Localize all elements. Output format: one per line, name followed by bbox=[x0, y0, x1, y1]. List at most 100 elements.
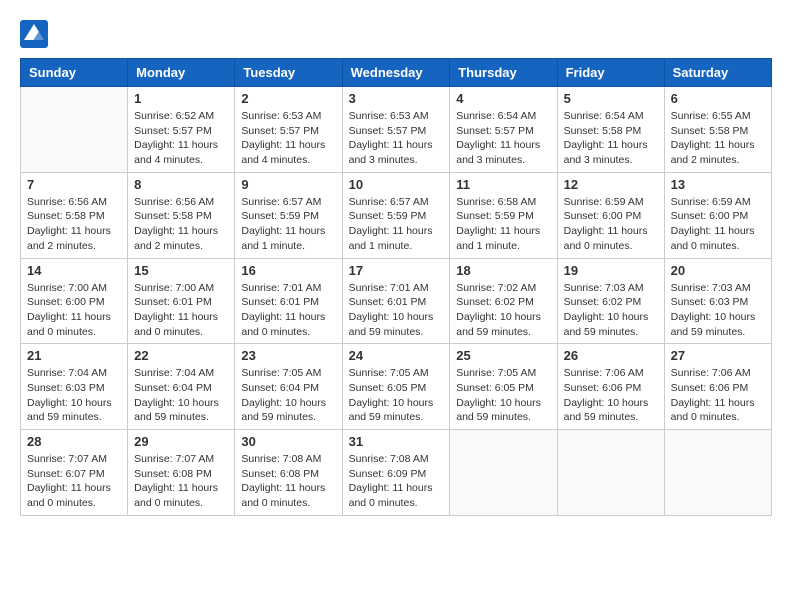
day-info: Sunrise: 6:58 AMSunset: 5:59 PMDaylight:… bbox=[456, 195, 550, 254]
day-number: 11 bbox=[456, 177, 550, 192]
day-info: Sunrise: 7:03 AMSunset: 6:03 PMDaylight:… bbox=[671, 281, 765, 340]
calendar-cell: 27 Sunrise: 7:06 AMSunset: 6:06 PMDayligh… bbox=[664, 344, 771, 430]
page-header bbox=[20, 20, 772, 48]
logo-icon bbox=[20, 20, 48, 48]
day-info: Sunrise: 7:04 AMSunset: 6:04 PMDaylight:… bbox=[134, 366, 228, 425]
day-number: 14 bbox=[27, 263, 121, 278]
day-info: Sunrise: 6:53 AMSunset: 5:57 PMDaylight:… bbox=[241, 109, 335, 168]
day-number: 10 bbox=[349, 177, 444, 192]
calendar-cell bbox=[664, 430, 771, 516]
day-number: 21 bbox=[27, 348, 121, 363]
weekday-header-friday: Friday bbox=[557, 59, 664, 87]
weekday-header-row: SundayMondayTuesdayWednesdayThursdayFrid… bbox=[21, 59, 772, 87]
calendar-cell bbox=[450, 430, 557, 516]
day-info: Sunrise: 7:08 AMSunset: 6:09 PMDaylight:… bbox=[349, 452, 444, 511]
calendar-cell: 1 Sunrise: 6:52 AMSunset: 5:57 PMDaylight… bbox=[128, 87, 235, 173]
calendar-cell: 20 Sunrise: 7:03 AMSunset: 6:03 PMDayligh… bbox=[664, 258, 771, 344]
day-info: Sunrise: 7:01 AMSunset: 6:01 PMDaylight:… bbox=[241, 281, 335, 340]
day-number: 15 bbox=[134, 263, 228, 278]
day-info: Sunrise: 6:56 AMSunset: 5:58 PMDaylight:… bbox=[27, 195, 121, 254]
calendar-cell: 25 Sunrise: 7:05 AMSunset: 6:05 PMDayligh… bbox=[450, 344, 557, 430]
day-number: 28 bbox=[27, 434, 121, 449]
calendar-week-row: 7 Sunrise: 6:56 AMSunset: 5:58 PMDaylight… bbox=[21, 172, 772, 258]
day-number: 26 bbox=[564, 348, 658, 363]
calendar-cell: 16 Sunrise: 7:01 AMSunset: 6:01 PMDayligh… bbox=[235, 258, 342, 344]
day-info: Sunrise: 6:57 AMSunset: 5:59 PMDaylight:… bbox=[349, 195, 444, 254]
day-info: Sunrise: 6:57 AMSunset: 5:59 PMDaylight:… bbox=[241, 195, 335, 254]
day-info: Sunrise: 6:56 AMSunset: 5:58 PMDaylight:… bbox=[134, 195, 228, 254]
day-number: 20 bbox=[671, 263, 765, 278]
weekday-header-monday: Monday bbox=[128, 59, 235, 87]
weekday-header-thursday: Thursday bbox=[450, 59, 557, 87]
calendar-cell bbox=[21, 87, 128, 173]
day-number: 9 bbox=[241, 177, 335, 192]
calendar-cell: 19Sunrise: 7:03 AMSunset: 6:02 PMDayligh… bbox=[557, 258, 664, 344]
day-number: 24 bbox=[349, 348, 444, 363]
logo bbox=[20, 20, 52, 48]
calendar-cell: 8 Sunrise: 6:56 AMSunset: 5:58 PMDaylight… bbox=[128, 172, 235, 258]
day-info: Sunrise: 6:54 AMSunset: 5:57 PMDaylight:… bbox=[456, 109, 550, 168]
day-number: 18 bbox=[456, 263, 550, 278]
calendar-cell: 14 Sunrise: 7:00 AMSunset: 6:00 PMDayligh… bbox=[21, 258, 128, 344]
calendar-week-row: 21Sunrise: 7:04 AMSunset: 6:03 PMDayligh… bbox=[21, 344, 772, 430]
day-number: 1 bbox=[134, 91, 228, 106]
calendar-cell bbox=[557, 430, 664, 516]
day-info: Sunrise: 6:55 AMSunset: 5:58 PMDaylight:… bbox=[671, 109, 765, 168]
weekday-header-wednesday: Wednesday bbox=[342, 59, 450, 87]
calendar-cell: 7 Sunrise: 6:56 AMSunset: 5:58 PMDaylight… bbox=[21, 172, 128, 258]
calendar-cell: 18 Sunrise: 7:02 AMSunset: 6:02 PMDayligh… bbox=[450, 258, 557, 344]
day-number: 31 bbox=[349, 434, 444, 449]
calendar-cell: 17 Sunrise: 7:01 AMSunset: 6:01 PMDayligh… bbox=[342, 258, 450, 344]
day-number: 6 bbox=[671, 91, 765, 106]
day-info: Sunrise: 6:59 AMSunset: 6:00 PMDaylight:… bbox=[564, 195, 658, 254]
day-number: 8 bbox=[134, 177, 228, 192]
calendar-cell: 29Sunrise: 7:07 AMSunset: 6:08 PMDayligh… bbox=[128, 430, 235, 516]
day-number: 25 bbox=[456, 348, 550, 363]
day-info: Sunrise: 7:07 AMSunset: 6:07 PMDaylight:… bbox=[27, 452, 121, 511]
day-number: 22 bbox=[134, 348, 228, 363]
day-number: 30 bbox=[241, 434, 335, 449]
day-info: Sunrise: 7:07 AMSunset: 6:08 PMDaylight:… bbox=[134, 452, 228, 511]
day-number: 17 bbox=[349, 263, 444, 278]
day-info: Sunrise: 7:02 AMSunset: 6:02 PMDaylight:… bbox=[456, 281, 550, 340]
calendar-cell: 30 Sunrise: 7:08 AMSunset: 6:08 PMDayligh… bbox=[235, 430, 342, 516]
calendar-cell: 28 Sunrise: 7:07 AMSunset: 6:07 PMDayligh… bbox=[21, 430, 128, 516]
day-number: 16 bbox=[241, 263, 335, 278]
weekday-header-sunday: Sunday bbox=[21, 59, 128, 87]
calendar-cell: 12Sunrise: 6:59 AMSunset: 6:00 PMDayligh… bbox=[557, 172, 664, 258]
weekday-header-tuesday: Tuesday bbox=[235, 59, 342, 87]
calendar-week-row: 28 Sunrise: 7:07 AMSunset: 6:07 PMDayligh… bbox=[21, 430, 772, 516]
calendar-cell: 31 Sunrise: 7:08 AMSunset: 6:09 PMDayligh… bbox=[342, 430, 450, 516]
day-info: Sunrise: 7:06 AMSunset: 6:06 PMDaylight:… bbox=[671, 366, 765, 425]
calendar-cell: 6 Sunrise: 6:55 AMSunset: 5:58 PMDaylight… bbox=[664, 87, 771, 173]
day-number: 4 bbox=[456, 91, 550, 106]
day-info: Sunrise: 7:01 AMSunset: 6:01 PMDaylight:… bbox=[349, 281, 444, 340]
calendar-table: SundayMondayTuesdayWednesdayThursdayFrid… bbox=[20, 58, 772, 516]
calendar-cell: 21Sunrise: 7:04 AMSunset: 6:03 PMDayligh… bbox=[21, 344, 128, 430]
day-info: Sunrise: 7:00 AMSunset: 6:01 PMDaylight:… bbox=[134, 281, 228, 340]
calendar-cell: 24 Sunrise: 7:05 AMSunset: 6:05 PMDayligh… bbox=[342, 344, 450, 430]
calendar-cell: 23Sunrise: 7:05 AMSunset: 6:04 PMDayligh… bbox=[235, 344, 342, 430]
day-number: 27 bbox=[671, 348, 765, 363]
calendar-cell: 2 Sunrise: 6:53 AMSunset: 5:57 PMDaylight… bbox=[235, 87, 342, 173]
day-info: Sunrise: 7:00 AMSunset: 6:00 PMDaylight:… bbox=[27, 281, 121, 340]
day-number: 2 bbox=[241, 91, 335, 106]
day-info: Sunrise: 7:03 AMSunset: 6:02 PMDaylight:… bbox=[564, 281, 658, 340]
calendar-cell: 15 Sunrise: 7:00 AMSunset: 6:01 PMDayligh… bbox=[128, 258, 235, 344]
day-number: 23 bbox=[241, 348, 335, 363]
calendar-week-row: 14 Sunrise: 7:00 AMSunset: 6:00 PMDayligh… bbox=[21, 258, 772, 344]
calendar-cell: 4 Sunrise: 6:54 AMSunset: 5:57 PMDaylight… bbox=[450, 87, 557, 173]
day-number: 13 bbox=[671, 177, 765, 192]
day-number: 3 bbox=[349, 91, 444, 106]
calendar-cell: 11 Sunrise: 6:58 AMSunset: 5:59 PMDayligh… bbox=[450, 172, 557, 258]
day-info: Sunrise: 7:05 AMSunset: 6:05 PMDaylight:… bbox=[349, 366, 444, 425]
day-number: 7 bbox=[27, 177, 121, 192]
calendar-cell: 5Sunrise: 6:54 AMSunset: 5:58 PMDaylight… bbox=[557, 87, 664, 173]
calendar-cell: 26Sunrise: 7:06 AMSunset: 6:06 PMDayligh… bbox=[557, 344, 664, 430]
calendar-cell: 9 Sunrise: 6:57 AMSunset: 5:59 PMDaylight… bbox=[235, 172, 342, 258]
day-info: Sunrise: 7:05 AMSunset: 6:05 PMDaylight:… bbox=[456, 366, 550, 425]
calendar-cell: 13 Sunrise: 6:59 AMSunset: 6:00 PMDayligh… bbox=[664, 172, 771, 258]
day-info: Sunrise: 7:08 AMSunset: 6:08 PMDaylight:… bbox=[241, 452, 335, 511]
day-info: Sunrise: 6:59 AMSunset: 6:00 PMDaylight:… bbox=[671, 195, 765, 254]
day-info: Sunrise: 6:52 AMSunset: 5:57 PMDaylight:… bbox=[134, 109, 228, 168]
